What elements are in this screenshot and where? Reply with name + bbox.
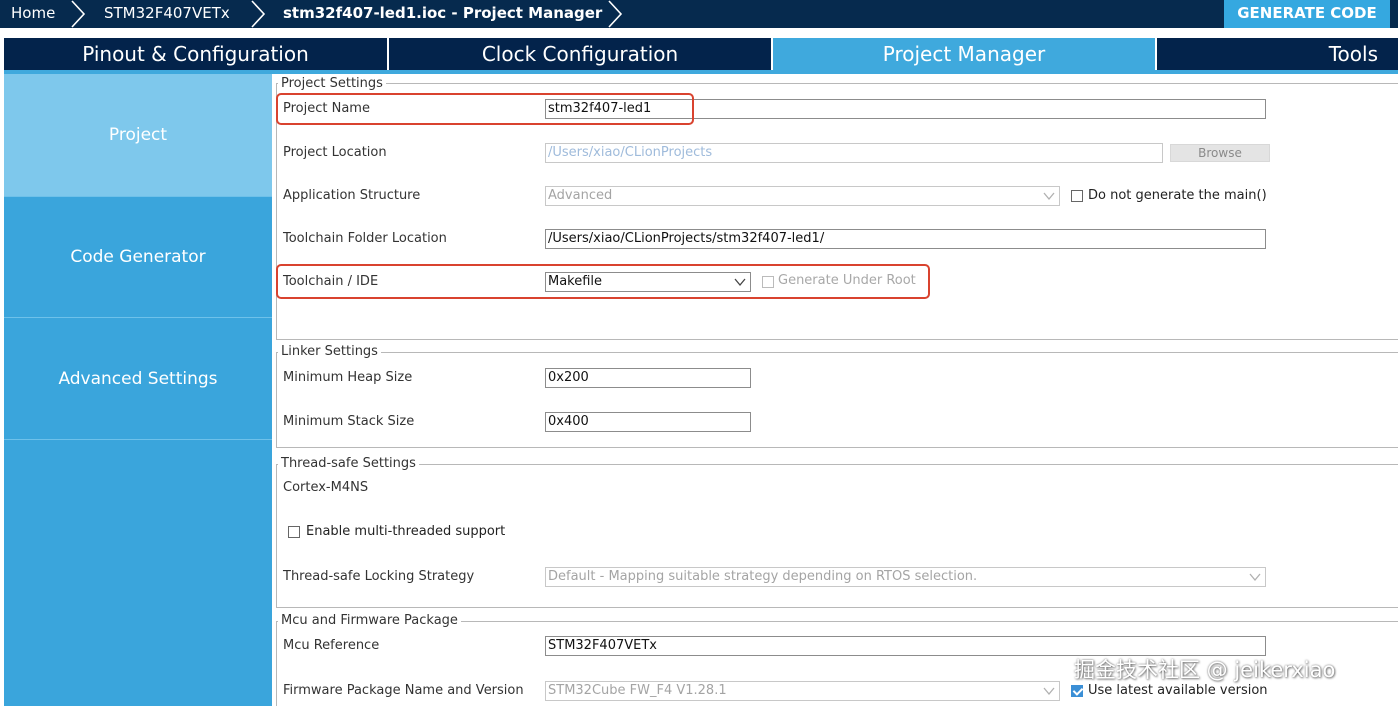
core-label: Cortex-M4NS — [283, 480, 369, 495]
project-settings-legend: Project Settings — [278, 77, 386, 91]
tab-clock-configuration[interactable]: Clock Configuration — [389, 38, 771, 70]
firmware-package-select[interactable]: STM32Cube FW_F4 V1.28.1 — [545, 681, 1060, 701]
generate-code-button[interactable]: GENERATE CODE — [1224, 0, 1390, 28]
chevron-right-icon — [608, 0, 623, 28]
browse-button[interactable]: Browse — [1170, 144, 1270, 162]
multi-threaded-checkbox[interactable] — [288, 526, 300, 538]
mcu-reference-input[interactable]: STM32F407VETx — [545, 636, 1266, 656]
chevron-right-icon — [251, 0, 266, 28]
minimum-heap-label: Minimum Heap Size — [283, 370, 413, 385]
mcu-firmware-legend: Mcu and Firmware Package — [278, 614, 461, 628]
locking-strategy-select[interactable]: Default - Mapping suitable strategy depe… — [545, 567, 1266, 587]
breadcrumb-file[interactable]: stm32f407-led1.ioc - Project Manager — [283, 0, 602, 28]
tab-pinout-configuration[interactable]: Pinout & Configuration — [4, 38, 387, 70]
firmware-package-value: STM32Cube FW_F4 V1.28.1 — [548, 683, 727, 698]
locking-strategy-value: Default - Mapping suitable strategy depe… — [548, 569, 978, 584]
breadcrumb-device[interactable]: STM32F407VETx — [104, 0, 230, 28]
use-latest-version-checkbox[interactable] — [1071, 685, 1083, 697]
minimum-heap-input[interactable]: 0x200 — [545, 368, 751, 388]
sidebar-item-advanced-settings[interactable]: Advanced Settings — [4, 318, 272, 440]
project-location-label: Project Location — [283, 145, 387, 160]
tab-tools[interactable]: Tools — [1157, 38, 1398, 70]
linker-settings-group — [276, 352, 1398, 448]
mcu-reference-label: Mcu Reference — [283, 638, 380, 653]
use-latest-version-label: Use latest available version — [1088, 683, 1268, 698]
chevron-down-icon — [1043, 192, 1055, 201]
sidebar-item-code-generator[interactable]: Code Generator — [4, 197, 272, 318]
tab-project-manager[interactable]: Project Manager — [773, 38, 1155, 70]
chevron-down-icon — [1249, 573, 1261, 582]
chevron-right-icon — [71, 0, 86, 28]
project-location-input[interactable]: /Users/xiao/CLionProjects — [545, 143, 1163, 163]
watermark: 掘金技术社区 @ jeikerxiao — [1074, 658, 1336, 682]
locking-strategy-label: Thread-safe Locking Strategy — [283, 569, 475, 584]
firmware-package-label: Firmware Package Name and Version — [283, 683, 524, 698]
toolchain-folder-input[interactable]: /Users/xiao/CLionProjects/stm32f407-led1… — [545, 229, 1266, 249]
main-tabs: Pinout & Configuration Clock Configurati… — [4, 38, 1398, 70]
multi-threaded-label: Enable multi-threaded support — [306, 524, 506, 539]
breadcrumb-home[interactable]: Home — [11, 0, 55, 28]
minimum-stack-label: Minimum Stack Size — [283, 414, 415, 429]
toolchain-folder-label: Toolchain Folder Location — [283, 231, 447, 246]
sidebar-item-project[interactable]: Project — [4, 74, 272, 197]
thread-safe-settings-legend: Thread-safe Settings — [278, 457, 419, 471]
application-structure-value: Advanced — [548, 188, 613, 203]
do-not-generate-main-checkbox[interactable] — [1071, 190, 1083, 202]
sidebar: Project Code Generator Advanced Settings — [4, 74, 272, 706]
linker-settings-legend: Linker Settings — [278, 345, 381, 359]
application-structure-label: Application Structure — [283, 188, 421, 203]
application-structure-select[interactable]: Advanced — [545, 186, 1060, 206]
breadcrumb-bar: Home STM32F407VETx stm32f407-led1.ioc - … — [0, 0, 1398, 28]
highlight-project-name — [276, 93, 694, 125]
chevron-down-icon — [1043, 687, 1055, 696]
highlight-toolchain-ide — [276, 264, 930, 299]
minimum-stack-input[interactable]: 0x400 — [545, 412, 751, 432]
do-not-generate-main-label: Do not generate the main() — [1088, 188, 1267, 203]
